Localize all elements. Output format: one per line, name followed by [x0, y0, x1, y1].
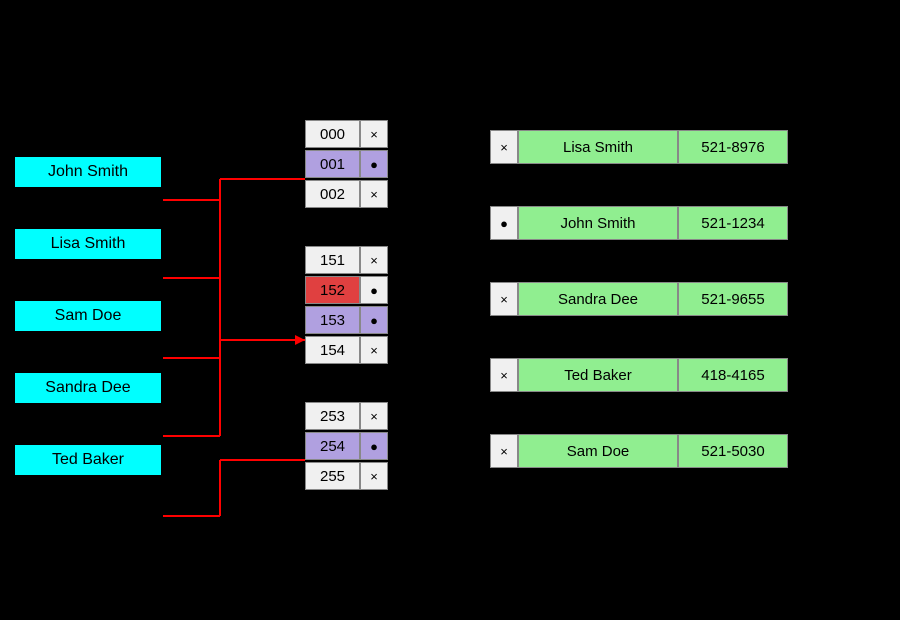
bucket-154: 154	[305, 336, 360, 364]
result-ted-name: Ted Baker	[518, 358, 678, 392]
result-sandra-icon: ×	[490, 282, 518, 316]
bucket-255-icon: ×	[360, 462, 388, 490]
bucket-group-2: 151 × 152 ● 153 ● 154 ×	[305, 246, 388, 364]
bucket-152-icon: ●	[360, 276, 388, 304]
results-area: × Lisa Smith 521-8976 ● John Smith 521-1…	[490, 130, 788, 468]
bucket-255: 255	[305, 462, 360, 490]
bucket-001: 001	[305, 150, 360, 178]
result-john-name: John Smith	[518, 206, 678, 240]
bucket-row-002: 002 ×	[305, 180, 388, 208]
bucket-row-255: 255 ×	[305, 462, 388, 490]
result-row-ted: × Ted Baker 418-4165	[490, 358, 788, 392]
name-ted-baker[interactable]: Ted Baker	[13, 443, 163, 477]
name-sam-doe[interactable]: Sam Doe	[13, 299, 163, 333]
bucket-002: 002	[305, 180, 360, 208]
bucket-row-001: 001 ●	[305, 150, 388, 178]
bucket-row-153: 153 ●	[305, 306, 388, 334]
bucket-row-152: 152 ●	[305, 276, 388, 304]
bucket-002-icon: ×	[360, 180, 388, 208]
names-column: John Smith Lisa Smith Sam Doe Sandra Dee…	[13, 155, 163, 477]
bucket-253-icon: ×	[360, 402, 388, 430]
name-sandra-dee[interactable]: Sandra Dee	[13, 371, 163, 405]
result-row-lisa: × Lisa Smith 521-8976	[490, 130, 788, 164]
bucket-154-icon: ×	[360, 336, 388, 364]
bucket-group-3: 253 × 254 ● 255 ×	[305, 402, 388, 490]
bucket-001-icon: ●	[360, 150, 388, 178]
bucket-254-icon: ●	[360, 432, 388, 460]
result-ted-phone: 418-4165	[678, 358, 788, 392]
result-row-john: ● John Smith 521-1234	[490, 206, 788, 240]
bucket-row-151: 151 ×	[305, 246, 388, 274]
bucket-152: 152	[305, 276, 360, 304]
result-lisa-name: Lisa Smith	[518, 130, 678, 164]
bucket-row-253: 253 ×	[305, 402, 388, 430]
result-ted-icon: ×	[490, 358, 518, 392]
bucket-151: 151	[305, 246, 360, 274]
bucket-000-icon: ×	[360, 120, 388, 148]
bucket-row-254: 254 ●	[305, 432, 388, 460]
main-container: John Smith Lisa Smith Sam Doe Sandra Dee…	[0, 0, 900, 620]
bucket-000: 000	[305, 120, 360, 148]
result-sandra-phone: 521-9655	[678, 282, 788, 316]
bucket-row-154: 154 ×	[305, 336, 388, 364]
result-row-sandra: × Sandra Dee 521-9655	[490, 282, 788, 316]
bucket-254: 254	[305, 432, 360, 460]
result-lisa-icon: ×	[490, 130, 518, 164]
buckets-area: 000 × 001 ● 002 × 151 × 152 ●	[305, 120, 388, 492]
bucket-151-icon: ×	[360, 246, 388, 274]
result-john-icon: ●	[490, 206, 518, 240]
name-lisa-smith[interactable]: Lisa Smith	[13, 227, 163, 261]
name-john-smith[interactable]: John Smith	[13, 155, 163, 189]
result-sandra-name: Sandra Dee	[518, 282, 678, 316]
bucket-row-000: 000 ×	[305, 120, 388, 148]
result-lisa-phone: 521-8976	[678, 130, 788, 164]
bucket-153: 153	[305, 306, 360, 334]
result-john-phone: 521-1234	[678, 206, 788, 240]
bucket-253: 253	[305, 402, 360, 430]
result-sam-name: Sam Doe	[518, 434, 678, 468]
result-sam-icon: ×	[490, 434, 518, 468]
result-sam-phone: 521-5030	[678, 434, 788, 468]
result-row-sam: × Sam Doe 521-5030	[490, 434, 788, 468]
bucket-153-icon: ●	[360, 306, 388, 334]
bucket-group-1: 000 × 001 ● 002 ×	[305, 120, 388, 208]
